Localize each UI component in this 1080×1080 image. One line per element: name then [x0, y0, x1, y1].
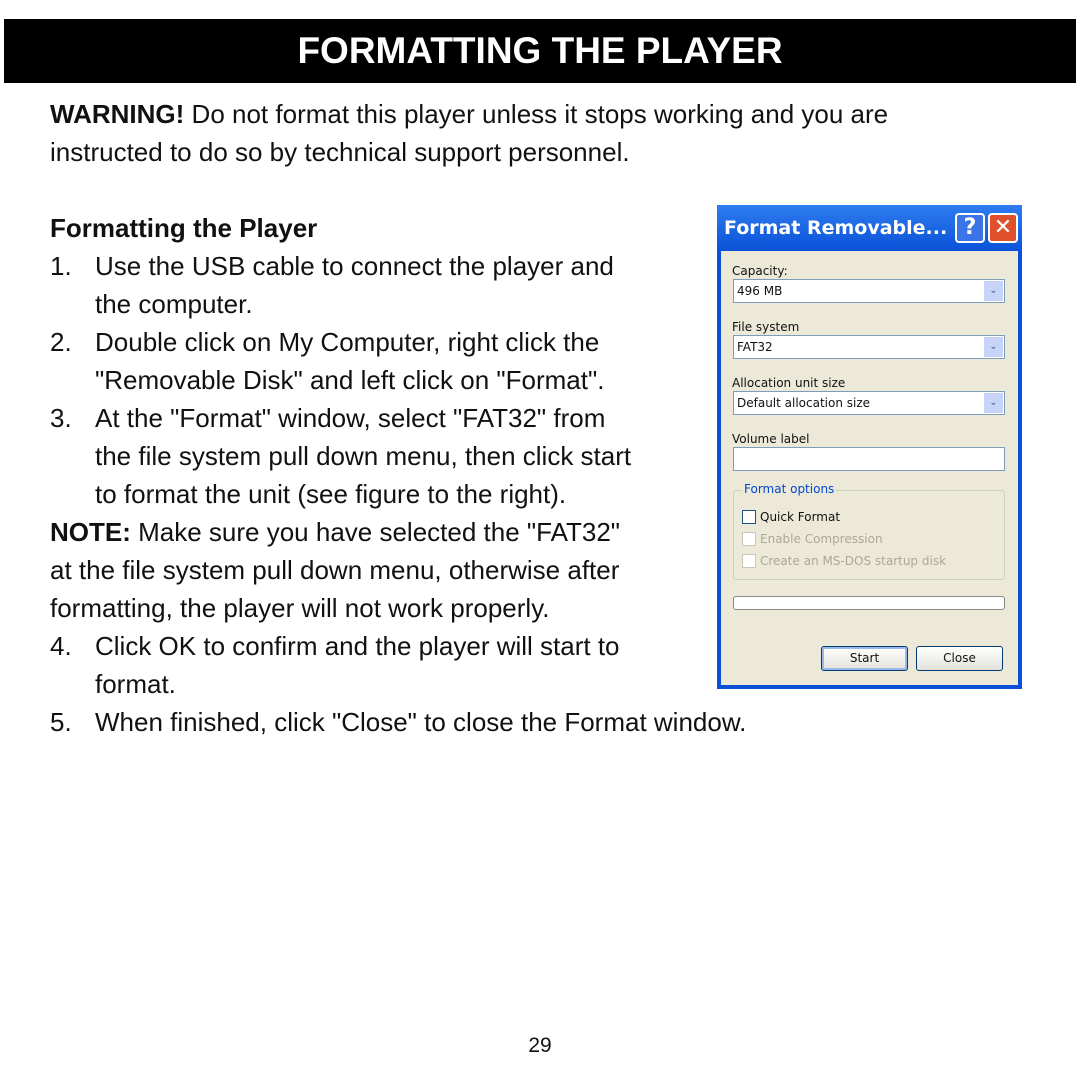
section-heading: Formatting the Player: [50, 213, 318, 243]
step-text: format.: [95, 669, 176, 699]
volume-label-input[interactable]: [733, 447, 1005, 471]
warning-label: WARNING!: [50, 99, 185, 129]
close-button[interactable]: Close: [916, 646, 1003, 671]
warning-line-2: instructed to do so by technical support…: [50, 137, 630, 167]
warning-text: Do not format this player unless it stop…: [184, 99, 889, 129]
checkbox-icon: [742, 532, 756, 546]
step-text: the file system pull down menu, then cli…: [95, 441, 632, 471]
file-system-value: FAT32: [737, 340, 773, 354]
step-text: to format the unit (see figure to the ri…: [95, 479, 567, 509]
enable-compression-checkbox: Enable Compression: [742, 532, 883, 546]
step-number: 5.: [50, 707, 72, 737]
volume-label: Volume label: [732, 432, 810, 446]
note-line: at the file system pull down menu, other…: [50, 555, 620, 585]
note-line-1: NOTE: Make sure you have selected the "F…: [50, 513, 620, 551]
capacity-label: Capacity:: [732, 264, 788, 278]
format-dialog: Format Removable... ? ✕ Capacity: 496 MB…: [717, 205, 1022, 689]
msdos-label: Create an MS-DOS startup disk: [760, 554, 947, 568]
format-progress-bar: [733, 596, 1005, 610]
step-number: 4.: [50, 631, 72, 661]
step-text: Double click on My Computer, right click…: [95, 327, 600, 357]
start-button[interactable]: Start: [821, 646, 908, 671]
capacity-select[interactable]: 496 MB ⌄: [733, 279, 1005, 303]
capacity-value: 496 MB: [737, 284, 783, 298]
quick-format-label: Quick Format: [760, 510, 841, 524]
file-system-label: File system: [732, 320, 800, 334]
allocation-select[interactable]: Default allocation size ⌄: [733, 391, 1005, 415]
help-button[interactable]: ?: [955, 213, 985, 243]
step-text: When finished, click "Close" to close th…: [95, 707, 747, 737]
warning-line-1: WARNING! Do not format this player unles…: [50, 95, 888, 133]
quick-format-checkbox[interactable]: Quick Format: [742, 510, 840, 524]
step-number: 2.: [50, 327, 72, 357]
page-banner-title: FORMATTING THE PLAYER: [4, 19, 1076, 83]
checkbox-icon: [742, 510, 756, 524]
page-number: 29: [528, 1034, 552, 1057]
msdos-startup-checkbox: Create an MS-DOS startup disk: [742, 554, 946, 568]
note-label: NOTE:: [50, 517, 131, 547]
allocation-value: Default allocation size: [737, 396, 871, 410]
step-text: "Removable Disk" and left click on "Form…: [95, 365, 605, 395]
close-x-button[interactable]: ✕: [988, 213, 1018, 243]
file-system-select[interactable]: FAT32 ⌄: [733, 335, 1005, 359]
chevron-down-icon[interactable]: ⌄: [984, 337, 1003, 357]
format-options-group: Format options Quick Format Enable Compr…: [733, 482, 1005, 580]
step-text: the computer.: [95, 289, 253, 319]
step-text: Click OK to confirm and the player will …: [95, 631, 620, 661]
step-number: 3.: [50, 403, 72, 433]
step-text: Use the USB cable to connect the player …: [95, 251, 614, 281]
format-options-label: Format options: [742, 482, 837, 496]
step-text: At the "Format" window, select "FAT32" f…: [95, 403, 606, 433]
chevron-down-icon[interactable]: ⌄: [984, 393, 1003, 413]
note-text: Make sure you have selected the "FAT32": [130, 517, 621, 547]
note-line: formatting, the player will not work pro…: [50, 593, 550, 623]
compression-label: Enable Compression: [760, 532, 883, 546]
checkbox-icon: [742, 554, 756, 568]
allocation-label: Allocation unit size: [732, 376, 846, 390]
step-number: 1.: [50, 251, 72, 281]
chevron-down-icon[interactable]: ⌄: [984, 281, 1003, 301]
